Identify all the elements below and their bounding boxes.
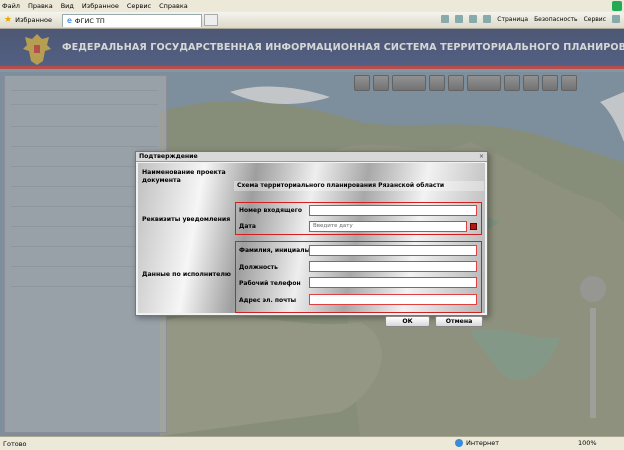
position-label: Должность: [239, 264, 278, 271]
menu-view[interactable]: Вид: [61, 2, 74, 10]
status-text: Готово: [3, 439, 27, 448]
zoom-level[interactable]: 100%: [578, 439, 597, 447]
date-label: Дата: [239, 223, 256, 230]
email-label: Адрес эл. почты: [239, 297, 297, 304]
page-menu[interactable]: Страница: [497, 16, 528, 23]
phone-label: Рабочий телефон: [239, 280, 301, 287]
zone-text: Интернет: [466, 439, 500, 447]
executor-label: Данные по исполнителю: [142, 271, 231, 278]
menu-help[interactable]: Справка: [159, 2, 188, 10]
windows-logo-icon: [612, 1, 622, 11]
browser-statusbar: Готово Интернет 100%: [0, 436, 624, 450]
dialog-title: Подтверждение: [139, 153, 198, 160]
project-label: Наименование проекта документа: [142, 169, 226, 184]
safety-menu[interactable]: Безопасность: [534, 16, 578, 23]
notice-label: Реквизиты уведомления: [142, 216, 231, 223]
tools-menu[interactable]: Сервис: [584, 16, 606, 23]
incoming-number-label: Номер входящего: [239, 207, 302, 214]
browser-tab[interactable]: e ФГИС ТП: [62, 13, 202, 27]
project-value: Схема территориального планирования Ряза…: [234, 181, 484, 191]
command-bar: Страница Безопасность Сервис: [435, 15, 620, 23]
page-content: ФЕДЕРАЛЬНАЯ ГОСУДАРСТВЕННАЯ ИНФОРМАЦИОНН…: [0, 29, 624, 436]
home-icon[interactable]: [441, 15, 450, 23]
mail-icon[interactable]: [469, 15, 478, 23]
dialog-body: Наименование проекта документа Схема тер…: [138, 163, 485, 327]
security-zone: Интернет: [455, 439, 499, 447]
new-tab-button[interactable]: [204, 14, 218, 26]
email-input[interactable]: [309, 294, 477, 305]
ok-button[interactable]: ОК: [385, 316, 430, 327]
browser-tabbar: ★ Избранное e ФГИС ТП Страница Безопасно…: [0, 12, 624, 29]
menu-file[interactable]: Файл: [2, 2, 20, 10]
name-label: Фамилия, инициалы: [239, 247, 311, 254]
close-icon[interactable]: ×: [479, 152, 484, 162]
confirmation-dialog: Подтверждение × Наименование проекта док…: [135, 151, 488, 327]
position-input[interactable]: [309, 261, 477, 272]
help-icon[interactable]: [612, 15, 620, 23]
browser-menubar: Файл Правка Вид Избранное Сервис Справка: [0, 0, 624, 12]
executor-group: Фамилия, инициалы Должность Рабочий теле…: [235, 241, 482, 313]
feeds-icon[interactable]: [455, 15, 464, 23]
phone-input[interactable]: [309, 277, 477, 288]
ie-icon: e: [67, 16, 72, 25]
dialog-titlebar: Подтверждение ×: [136, 152, 487, 162]
favorites-star-icon: ★: [4, 15, 13, 25]
incoming-number-input[interactable]: [309, 205, 477, 216]
menu-favorites[interactable]: Избранное: [82, 2, 119, 10]
favorites-button[interactable]: ★ Избранное: [0, 15, 58, 25]
cancel-button[interactable]: Отмена: [435, 316, 483, 327]
print-icon[interactable]: [483, 15, 492, 23]
date-input[interactable]: Введите дату: [309, 221, 467, 232]
tab-title: ФГИС ТП: [74, 16, 105, 25]
name-input[interactable]: [309, 245, 477, 256]
globe-icon: [455, 439, 463, 447]
menu-tools[interactable]: Сервис: [127, 2, 151, 10]
calendar-icon[interactable]: [470, 223, 477, 230]
notice-group: Номер входящего Дата Введите дату: [235, 202, 482, 235]
favorites-label: Избранное: [15, 16, 52, 24]
menu-edit[interactable]: Правка: [28, 2, 53, 10]
